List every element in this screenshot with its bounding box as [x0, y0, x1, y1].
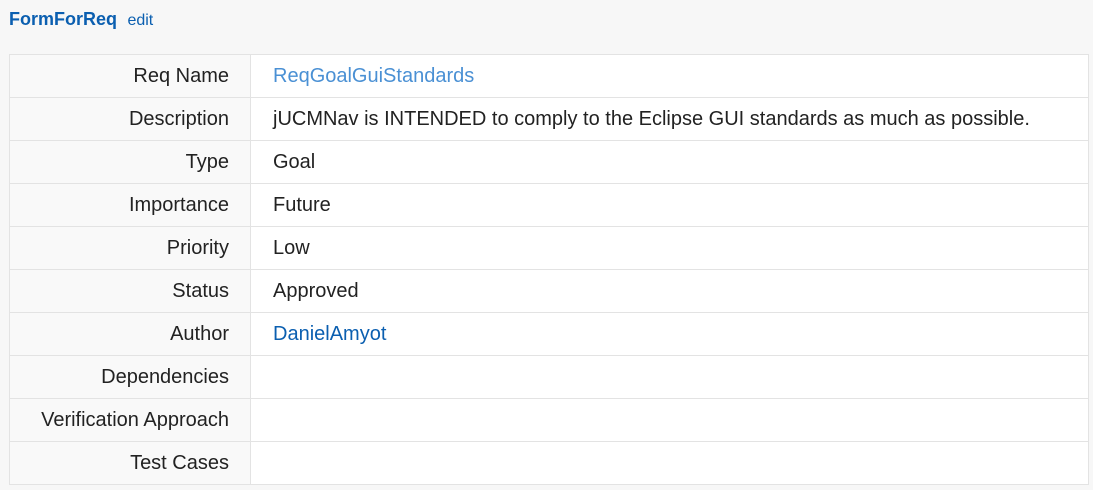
- req-name-value-cell: ReqGoalGuiStandards: [250, 54, 1089, 98]
- row-verification-approach: Verification Approach: [9, 398, 1089, 442]
- row-priority: Priority Low: [9, 226, 1089, 270]
- row-importance: Importance Future: [9, 183, 1089, 227]
- dependencies-label: Dependencies: [9, 355, 251, 399]
- author-value-cell: DanielAmyot: [250, 312, 1089, 356]
- description-value: jUCMNav is INTENDED to comply to the Ecl…: [250, 97, 1089, 141]
- priority-value: Low: [250, 226, 1089, 270]
- type-label: Type: [9, 140, 251, 184]
- req-name-link[interactable]: ReqGoalGuiStandards: [273, 65, 474, 87]
- row-test-cases: Test Cases: [9, 441, 1089, 485]
- dependencies-value: [250, 355, 1089, 399]
- priority-label: Priority: [9, 226, 251, 270]
- importance-label: Importance: [9, 183, 251, 227]
- row-dependencies: Dependencies: [9, 355, 1089, 399]
- row-description: Description jUCMNav is INTENDED to compl…: [9, 97, 1089, 141]
- form-title-link[interactable]: FormForReq: [9, 9, 117, 29]
- row-author: Author DanielAmyot: [9, 312, 1089, 356]
- status-label: Status: [9, 269, 251, 313]
- type-value: Goal: [250, 140, 1089, 184]
- row-status: Status Approved: [9, 269, 1089, 313]
- author-label: Author: [9, 312, 251, 356]
- description-label: Description: [9, 97, 251, 141]
- verification-approach-label: Verification Approach: [9, 398, 251, 442]
- status-value: Approved: [250, 269, 1089, 313]
- edit-link[interactable]: edit: [127, 12, 153, 29]
- row-req-name: Req Name ReqGoalGuiStandards: [9, 54, 1089, 98]
- form-table: Req Name ReqGoalGuiStandards Description…: [9, 54, 1089, 485]
- importance-value: Future: [250, 183, 1089, 227]
- test-cases-value: [250, 441, 1089, 485]
- row-type: Type Goal: [9, 140, 1089, 184]
- verification-approach-value: [250, 398, 1089, 442]
- author-link[interactable]: DanielAmyot: [273, 323, 386, 345]
- req-name-label: Req Name: [9, 54, 251, 98]
- form-header: FormForReq edit: [9, 7, 153, 31]
- test-cases-label: Test Cases: [9, 441, 251, 485]
